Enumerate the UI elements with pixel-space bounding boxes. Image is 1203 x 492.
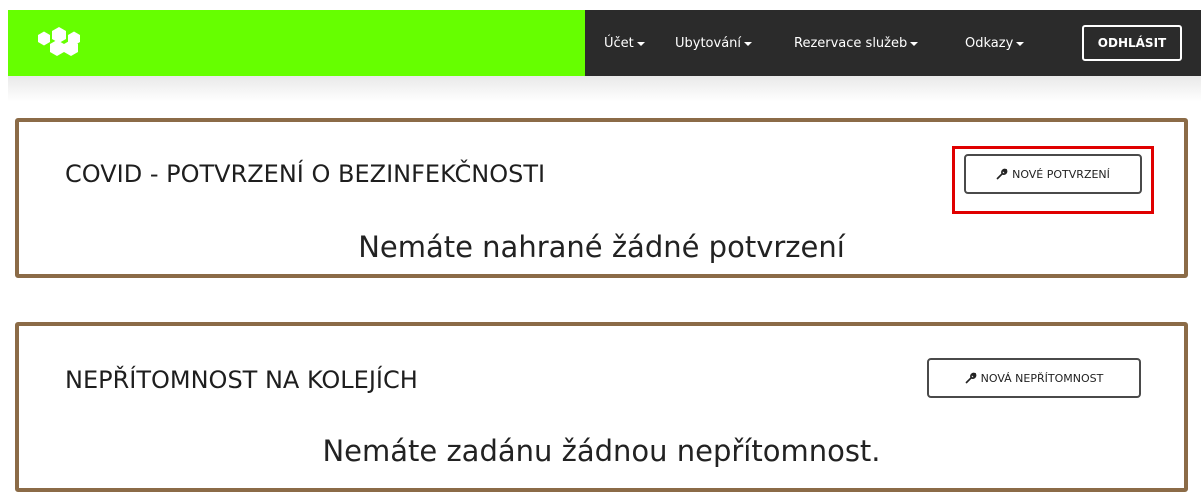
nav-item-label: Ubytování <box>675 35 742 51</box>
wrench-icon <box>965 372 976 384</box>
nav-item-rezervace-sluzeb[interactable]: Rezervace služeb <box>794 10 919 76</box>
wrench-icon <box>996 168 1008 180</box>
main-menu: Účet Ubytování Rezervace služeb Odkazy O… <box>585 10 1201 76</box>
brand-area <box>8 10 585 76</box>
logout-button[interactable]: ODHLÁSIT <box>1082 25 1182 61</box>
nav-item-label: Rezervace služeb <box>794 35 908 51</box>
caret-down-icon <box>636 42 645 46</box>
button-label: NOVÉ POTVRZENÍ <box>1012 167 1110 181</box>
new-confirmation-button[interactable]: NOVÉ POTVRZENÍ <box>964 154 1142 194</box>
nav-item-label: Účet <box>604 35 634 51</box>
caret-down-icon <box>1016 42 1025 46</box>
nav-item-ucet[interactable]: Účet <box>604 10 645 76</box>
panel-title: COVID - POTVRZENÍ O BEZINFEKČNOSTI <box>65 160 546 188</box>
navbar: Účet Ubytování Rezervace služeb Odkazy O… <box>8 10 1201 76</box>
button-label: NOVÁ NEPŘÍTOMNOST <box>980 371 1104 385</box>
nav-item-ubytovani[interactable]: Ubytování <box>675 10 753 76</box>
header-shadow <box>8 76 1201 102</box>
nav-item-label: Odkazy <box>965 35 1014 51</box>
caret-down-icon <box>744 42 753 46</box>
empty-message: Nemáte nahrané žádné potvrzení <box>358 230 845 264</box>
panel-title: NEPŘÍTOMNOST NA KOLEJÍCH <box>65 366 418 394</box>
empty-message: Nemáte zadánu žádnou nepřítomnost. <box>322 434 881 468</box>
covid-panel: COVID - POTVRZENÍ O BEZINFEKČNOSTI NOVÉ … <box>15 118 1188 278</box>
new-absence-button[interactable]: NOVÁ NEPŘÍTOMNOST <box>927 358 1141 398</box>
nav-item-odkazy[interactable]: Odkazy <box>965 10 1025 76</box>
caret-down-icon <box>910 42 919 46</box>
absence-panel: NEPŘÍTOMNOST NA KOLEJÍCH NOVÁ NEPŘÍTOMNO… <box>15 322 1188 492</box>
hexagon-logo-icon[interactable] <box>30 26 90 60</box>
